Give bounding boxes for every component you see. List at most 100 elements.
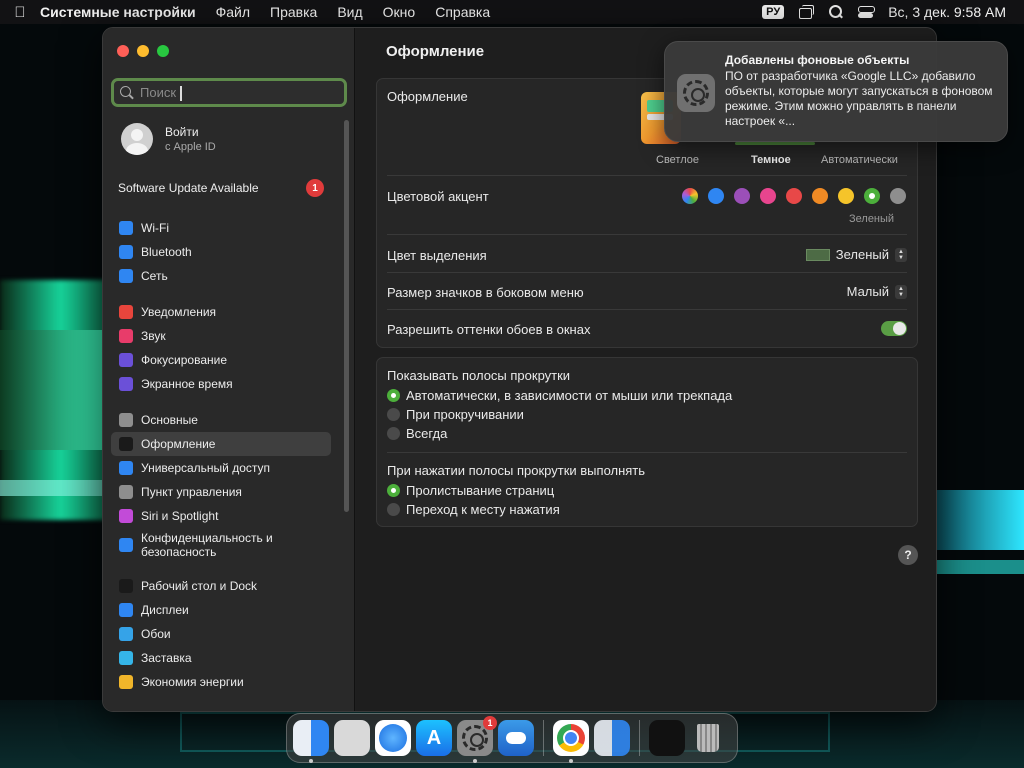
appearance-icon <box>119 437 133 451</box>
sidebar-item-globe[interactable]: Сеть <box>111 264 331 288</box>
control-center-icon[interactable] <box>858 5 876 19</box>
sidebar-item-gear[interactable]: Основные <box>111 408 331 432</box>
radio-button[interactable] <box>387 408 400 421</box>
menu-file[interactable]: Файл <box>216 4 250 20</box>
display-icon <box>119 603 133 617</box>
appearance-option-dark[interactable]: Темное <box>751 154 791 166</box>
scrollbar-option-always[interactable]: Всегда <box>387 426 447 441</box>
sidebar-item-desktop[interactable]: Рабочий стол и Dock <box>111 574 331 598</box>
sidebar-item-accessibility[interactable]: Универсальный доступ <box>111 456 331 480</box>
sidebar-item-siri[interactable]: Siri и Spotlight <box>111 504 331 528</box>
dock-system-settings-icon[interactable]: 1 <box>457 716 497 763</box>
control-center-icon <box>119 485 133 499</box>
appearance-dark-thumbnail[interactable] <box>735 142 815 145</box>
accent-swatch[interactable] <box>786 188 802 204</box>
sidebar-item-label: Обои <box>141 627 171 641</box>
close-button[interactable] <box>117 45 129 57</box>
radio-button[interactable] <box>387 427 400 440</box>
dock-separator <box>639 720 640 756</box>
hourglass-icon <box>119 377 133 391</box>
sidebar-scrollbar[interactable] <box>344 120 349 512</box>
accent-swatch[interactable] <box>682 188 698 204</box>
stage-manager-icon[interactable] <box>798 5 815 19</box>
wallpaper-tint-label: Разрешить оттенки обоев в окнах <box>387 322 591 337</box>
menu-edit[interactable]: Правка <box>270 4 317 20</box>
menu-help[interactable]: Справка <box>435 4 490 20</box>
dock-launchpad-icon[interactable] <box>334 720 370 756</box>
hand-icon <box>119 538 133 552</box>
sidebar-item-hourglass[interactable]: Экранное время <box>111 372 331 396</box>
dock-finder-icon[interactable] <box>293 720 329 763</box>
search-input[interactable] <box>140 85 320 100</box>
update-count-badge: 1 <box>306 179 324 197</box>
accent-swatch[interactable] <box>890 188 906 204</box>
accent-swatch[interactable] <box>812 188 828 204</box>
accent-swatch[interactable] <box>864 188 880 204</box>
help-button[interactable]: ? <box>898 545 918 565</box>
minimize-button[interactable] <box>137 45 149 57</box>
dock-chrome-icon[interactable] <box>553 720 589 763</box>
sidebar-item-moon[interactable]: Фокусирование <box>111 348 331 372</box>
radio-button[interactable] <box>387 389 400 402</box>
apple-id-signin[interactable]: Войти с Apple ID <box>121 123 216 155</box>
sidebar-item-bluetooth[interactable]: Bluetooth <box>111 240 331 264</box>
scrollbar-option-auto[interactable]: Автоматически, в зависимости от мыши или… <box>387 388 732 403</box>
dock-separator <box>543 720 544 756</box>
dock-screenshot-icon[interactable] <box>649 720 685 756</box>
highlight-color-popup[interactable]: Зеленый ▲ ▼ <box>805 247 907 262</box>
menu-clock[interactable]: Вс, 3 дек. 9:58 AM <box>888 4 1006 20</box>
accent-swatch[interactable] <box>760 188 776 204</box>
search-field[interactable] <box>111 78 347 107</box>
wallpaper-tint-toggle[interactable] <box>881 321 907 336</box>
accent-swatch[interactable] <box>734 188 750 204</box>
sidebar-item-bell[interactable]: Уведомления <box>111 300 331 324</box>
sidebar-item-wallpaper[interactable]: Обои <box>111 622 331 646</box>
dock-safari-icon[interactable] <box>375 720 411 756</box>
menu-window[interactable]: Окно <box>383 4 416 20</box>
sidebar-nav: Wi-Fi Bluetooth Сеть Уведомления Звук Фокусир… <box>111 216 331 706</box>
accent-swatch[interactable] <box>838 188 854 204</box>
sidebar-item-label: Пункт управления <box>141 485 242 499</box>
radio-button[interactable] <box>387 484 400 497</box>
appearance-option-light[interactable]: Светлое <box>656 154 699 166</box>
sidebar-item-wifi[interactable]: Wi-Fi <box>111 216 331 240</box>
dock-finder-icon[interactable] <box>594 720 630 756</box>
sidebar-icon-size-popup[interactable]: Малый ▲ ▼ <box>847 284 907 299</box>
apple-menu-icon[interactable]:  <box>0 4 40 21</box>
wallpaper-icon <box>119 627 133 641</box>
sidebar-item-label: Заставка <box>141 651 192 665</box>
window-controls <box>117 45 169 57</box>
zoom-button[interactable] <box>157 45 169 57</box>
sidebar-item-speaker[interactable]: Звук <box>111 324 331 348</box>
sidebar-item-hand[interactable]: Конфиденциальность и безопасность <box>111 528 331 562</box>
sidebar-item-label: Экранное время <box>141 377 233 391</box>
menu-app-name[interactable]: Системные настройки <box>40 4 196 20</box>
dock-app-store-icon[interactable]: A <box>416 720 452 756</box>
sidebar-item-label: Дисплеи <box>141 603 189 617</box>
sidebar-item-label: Wi-Fi <box>141 221 169 235</box>
software-update-item[interactable]: Software Update Available 1 <box>118 179 324 197</box>
spotlight-search-icon[interactable] <box>828 5 844 19</box>
sidebar-item-label: Bluetooth <box>141 245 192 259</box>
dock-trash-icon[interactable] <box>690 720 726 756</box>
radio-button[interactable] <box>387 503 400 516</box>
bluetooth-icon <box>119 245 133 259</box>
sidebar: Войти с Apple ID Software Update Availab… <box>103 28 355 711</box>
sidebar-item-bulb[interactable]: Экономия энергии <box>111 670 331 694</box>
click-option-page[interactable]: Пролистывание страниц <box>387 483 554 498</box>
menu-view[interactable]: Вид <box>337 4 362 20</box>
scrollbar-option-scrolling[interactable]: При прокручивании <box>387 407 524 422</box>
accent-swatch[interactable] <box>708 188 724 204</box>
sidebar-item-appearance[interactable]: Оформление <box>111 432 331 456</box>
input-source-badge[interactable]: РУ <box>762 5 785 19</box>
show-scrollbars-label: Показывать полосы прокрутки <box>387 368 571 383</box>
dock-weather-icon[interactable] <box>498 720 534 756</box>
sidebar-item-control-center[interactable]: Пункт управления <box>111 480 331 504</box>
sidebar-item-display[interactable]: Дисплеи <box>111 598 331 622</box>
click-option-jump[interactable]: Переход к месту нажатия <box>387 502 560 517</box>
appearance-option-auto[interactable]: Автоматически <box>821 154 898 166</box>
sidebar-item-label: Основные <box>141 413 198 427</box>
sidebar-item-screensaver[interactable]: Заставка <box>111 646 331 670</box>
chevron-updown-icon: ▲ ▼ <box>895 247 907 262</box>
notification-banner[interactable]: Добавлены фоновые объекты ПО от разработ… <box>664 41 1008 142</box>
